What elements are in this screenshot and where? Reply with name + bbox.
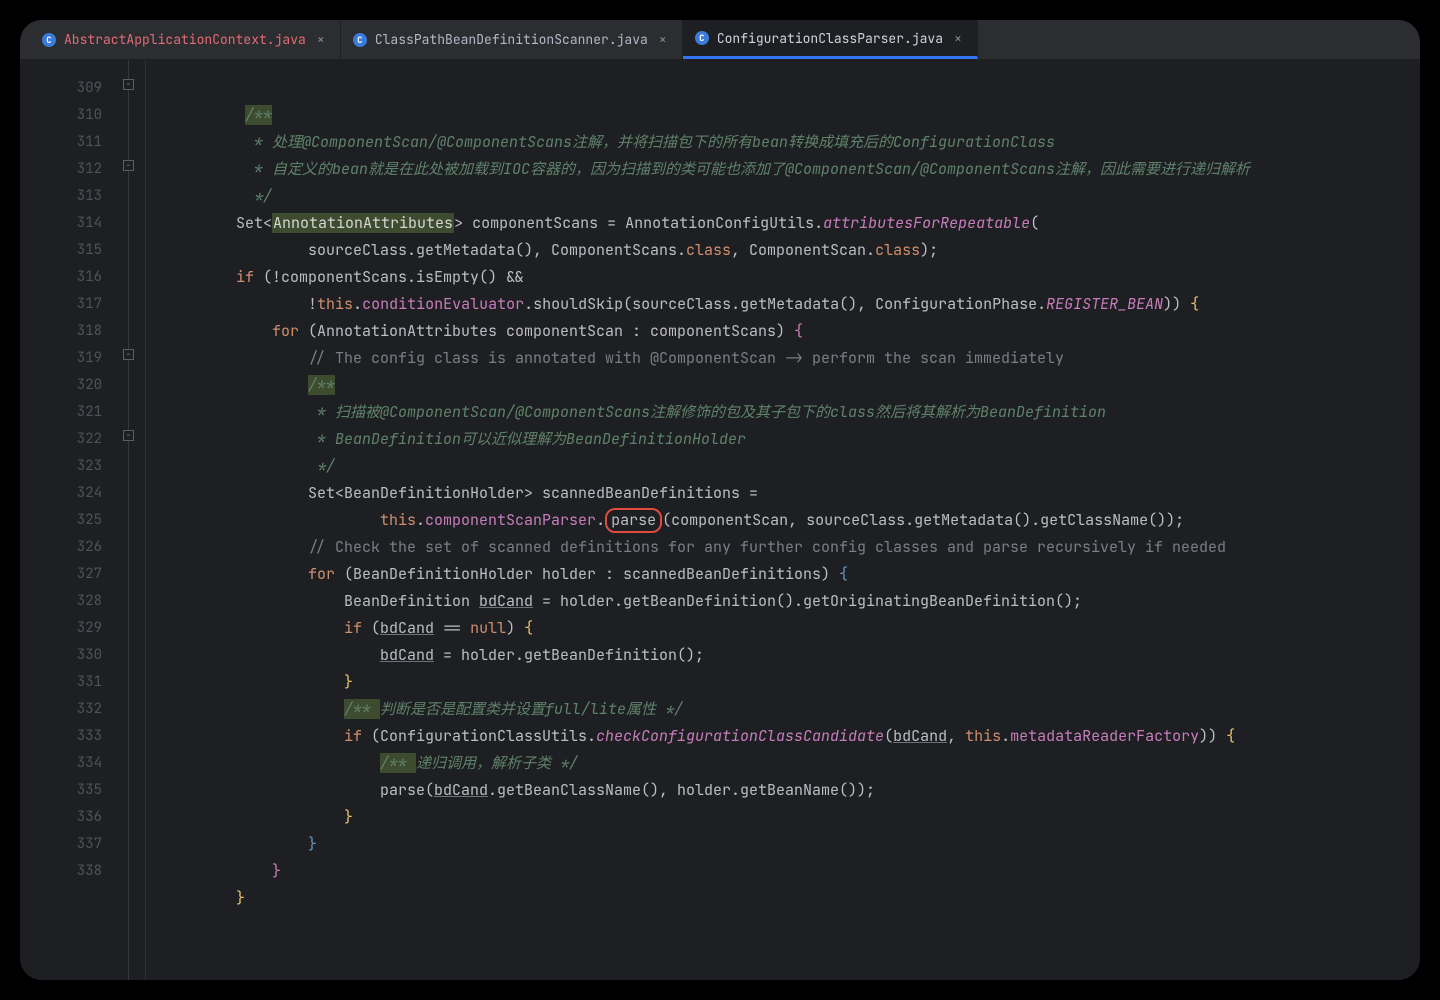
code-line: } (146, 807, 353, 827)
tab-abstract-application-context[interactable]: C AbstractApplicationContext.java × (30, 20, 341, 59)
fold-marker-icon[interactable]: − (123, 430, 134, 441)
line-number: 329 (20, 615, 102, 642)
tab-classpath-bean-definition-scanner[interactable]: C ClassPathBeanDefinitionScanner.java × (341, 20, 683, 59)
code-editor[interactable]: 309 310 311 312 313 314 315 316 317 318 … (20, 60, 1420, 980)
code-line: BeanDefinition bdCand = holder.getBeanDe… (146, 591, 1082, 611)
line-number: 323 (20, 453, 102, 480)
code-content[interactable]: /** * 处理@ComponentScan/@ComponentScans注解… (146, 60, 1420, 980)
code-line: } (146, 888, 245, 908)
line-number: 330 (20, 642, 102, 669)
tab-label: ConfigurationClassParser.java (717, 30, 943, 47)
code-line: * BeanDefinition可以近似理解为BeanDefinitionHol… (146, 429, 746, 449)
line-number: 320 (20, 372, 102, 399)
fold-marker-icon[interactable]: − (123, 160, 134, 171)
line-number: 338 (20, 858, 102, 885)
line-number: 314 (20, 210, 102, 237)
code-line: /** 判断是否是配置类并设置full/lite属性 */ (146, 699, 683, 719)
fold-marker-icon[interactable]: − (123, 349, 134, 360)
line-number: 328 (20, 588, 102, 615)
code-line: /** (146, 105, 272, 125)
code-line: for (AnnotationAttributes componentScan … (146, 321, 803, 341)
code-line: sourceClass.getMetadata(), ComponentScan… (146, 240, 938, 260)
line-number: 317 (20, 291, 102, 318)
code-line: if (bdCand == null) { (146, 618, 533, 638)
code-line: /** 递归调用，解析子类 */ (146, 753, 578, 773)
code-line: Set<AnnotationAttributes> componentScans… (146, 213, 1039, 233)
code-line: for (BeanDefinitionHolder holder : scann… (146, 564, 848, 584)
code-line: */ (146, 186, 272, 206)
line-number-gutter: 309 310 311 312 313 314 315 316 317 318 … (20, 60, 120, 980)
tab-configuration-class-parser[interactable]: C ConfigurationClassParser.java × (683, 20, 978, 59)
close-icon[interactable]: × (656, 33, 670, 47)
code-line: } (146, 834, 317, 854)
code-line: this.componentScanParser.parse(component… (146, 508, 1184, 533)
code-line: parse(bdCand.getBeanClassName(), holder.… (146, 780, 875, 800)
tab-label: ClassPathBeanDefinitionScanner.java (375, 31, 648, 48)
line-number: 316 (20, 264, 102, 291)
line-number: 321 (20, 399, 102, 426)
line-number: 332 (20, 696, 102, 723)
code-line: */ (146, 456, 335, 476)
class-icon: C (695, 31, 709, 45)
code-line: !this.conditionEvaluator.shouldSkip(sour… (146, 294, 1199, 314)
line-number: 318 (20, 318, 102, 345)
line-number: 312 (20, 156, 102, 183)
fold-column: − − − − (120, 60, 146, 980)
class-icon: C (353, 33, 367, 47)
line-number: 331 (20, 669, 102, 696)
line-number: 336 (20, 804, 102, 831)
line-number: 333 (20, 723, 102, 750)
line-number: 327 (20, 561, 102, 588)
line-number: 315 (20, 237, 102, 264)
line-number: 334 (20, 750, 102, 777)
line-number: 322 (20, 426, 102, 453)
line-number: 311 (20, 129, 102, 156)
fold-marker-icon[interactable]: − (123, 79, 134, 90)
editor-window: C AbstractApplicationContext.java × C Cl… (20, 20, 1420, 980)
line-number: 326 (20, 534, 102, 561)
line-number: 310 (20, 102, 102, 129)
tab-bar: C AbstractApplicationContext.java × C Cl… (20, 20, 1420, 60)
line-number: 319 (20, 345, 102, 372)
code-line: // The config class is annotated with @C… (146, 348, 1064, 368)
code-line: } (146, 672, 353, 692)
close-icon[interactable]: × (951, 31, 965, 45)
code-line: // Check the set of scanned definitions … (146, 537, 1226, 557)
code-line: if (ConfigurationClassUtils.checkConfigu… (146, 726, 1235, 746)
code-line: * 扫描被@ComponentScan/@ComponentScans注解修饰的… (146, 402, 1106, 422)
tab-label: AbstractApplicationContext.java (64, 31, 306, 48)
code-line: Set<BeanDefinitionHolder> scannedBeanDef… (146, 483, 758, 503)
line-number: 313 (20, 183, 102, 210)
class-icon: C (42, 33, 56, 47)
line-number: 324 (20, 480, 102, 507)
code-line: if (!componentScans.isEmpty() && (146, 267, 524, 287)
line-number: 337 (20, 831, 102, 858)
line-number: 309 (20, 75, 102, 102)
code-line: bdCand = holder.getBeanDefinition(); (146, 645, 704, 665)
code-line: /** (146, 375, 335, 395)
line-number: 335 (20, 777, 102, 804)
close-icon[interactable]: × (314, 33, 328, 47)
code-line: * 自定义的bean就是在此处被加载到IOC容器的，因为扫描到的类可能也添加了@… (146, 159, 1250, 179)
code-line: * 处理@ComponentScan/@ComponentScans注解，并将扫… (146, 132, 1055, 152)
line-number: 325 (20, 507, 102, 534)
highlighted-parse-call: parse (605, 508, 662, 533)
code-line: } (146, 861, 281, 881)
